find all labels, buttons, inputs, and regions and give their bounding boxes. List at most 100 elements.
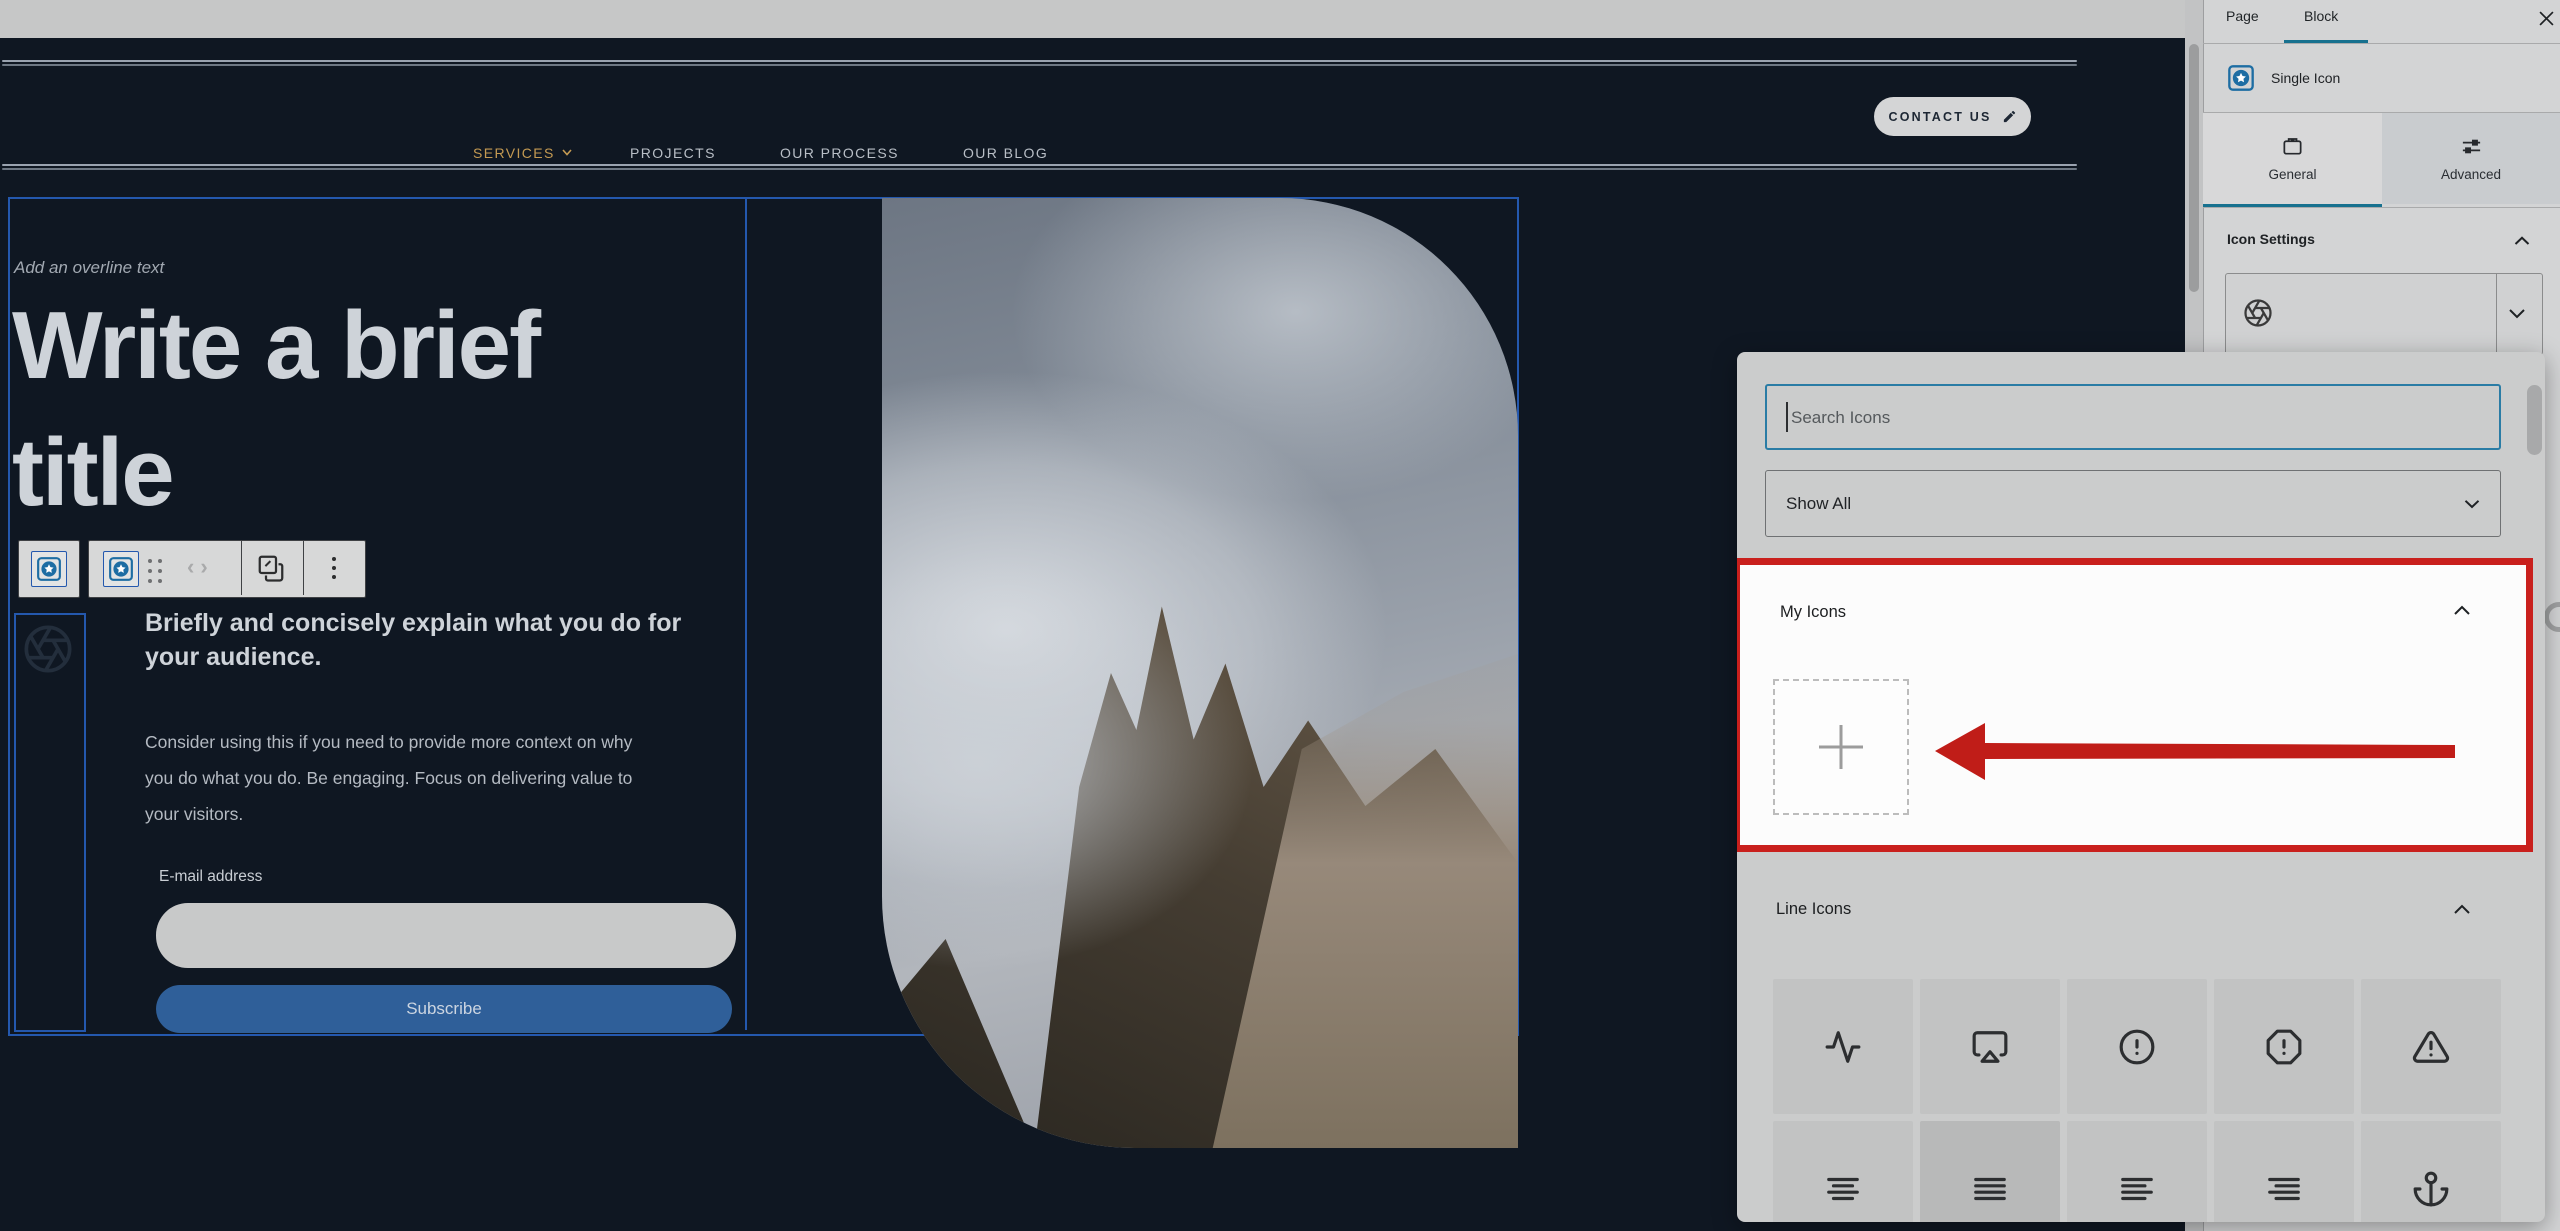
close-sidebar-button[interactable] — [2534, 6, 2558, 30]
align-justify-icon — [1971, 1170, 2009, 1208]
icon-option-align-center[interactable] — [1773, 1121, 1913, 1222]
preview-control-divider — [2496, 274, 2497, 352]
block-toolbar: ‹› — [88, 540, 366, 598]
toolbar-separator — [241, 541, 242, 595]
collapse-my-icons-button[interactable] — [2453, 603, 2471, 621]
icon-search-field[interactable] — [1765, 384, 2501, 450]
email-label: E-mail address — [159, 868, 262, 886]
toolbar-separator — [303, 541, 304, 595]
my-icons-title: My Icons — [1780, 603, 1846, 622]
canvas-scrollbar-thumb[interactable] — [2189, 44, 2199, 292]
editor-screenshot: SERVICES PROJECTS OUR PROCESS OUR BLOG C… — [0, 0, 2560, 1231]
chevron-down-icon — [562, 143, 572, 159]
search-input[interactable] — [1789, 386, 2473, 450]
tab-block[interactable]: Block — [2304, 8, 2338, 24]
plus-icon — [1819, 725, 1863, 769]
email-input[interactable] — [156, 903, 736, 968]
block-toolbar-parent-group — [18, 540, 80, 598]
icon-filter-select[interactable]: Show All — [1765, 470, 2501, 537]
template-part-outline-bottom-shadow — [2, 168, 2077, 170]
airplay-icon — [1971, 1028, 2009, 1066]
single-icon-block-selected[interactable] — [14, 613, 86, 1032]
close-icon — [2539, 11, 2554, 26]
alert-triangle-icon — [2412, 1028, 2450, 1066]
single-icon-block-icon — [108, 556, 134, 582]
tab-general[interactable]: General — [2203, 113, 2382, 204]
icon-option-align-left[interactable] — [2067, 1121, 2207, 1222]
subscribe-button[interactable]: Subscribe — [156, 985, 732, 1033]
chevron-up-icon — [2453, 904, 2471, 915]
icon-option-alert-circle[interactable] — [2067, 979, 2207, 1114]
sidebar-divider — [2203, 43, 2560, 44]
duplicate-edit-icon — [256, 553, 286, 583]
drag-handle-icon[interactable] — [148, 559, 164, 585]
general-tab-icon — [2281, 135, 2304, 158]
block-card-icon — [2227, 64, 2255, 97]
nav-item-our-blog[interactable]: OUR BLOG — [963, 145, 1048, 161]
replace-icon-button[interactable] — [256, 553, 286, 588]
align-left-icon — [2118, 1170, 2156, 1208]
icon-option-align-right[interactable] — [2214, 1121, 2354, 1222]
move-block-arrows[interactable]: ‹› — [187, 554, 214, 580]
icon-dropdown-button[interactable] — [2508, 306, 2526, 324]
icon-option-alert-triangle[interactable] — [2361, 979, 2501, 1114]
editor-topbar — [0, 0, 2203, 38]
template-part-outline-top-shadow — [2, 64, 2077, 66]
icon-filter-value: Show All — [1786, 494, 1851, 514]
hero-overline[interactable]: Add an overline text — [14, 258, 164, 278]
general-tab-label: General — [2268, 167, 2316, 182]
advanced-tab-label: Advanced — [2441, 167, 2501, 182]
text-caret — [1786, 402, 1788, 432]
icon-option-airplay[interactable] — [1920, 979, 2060, 1114]
collapse-panel-button[interactable] — [2514, 233, 2530, 251]
icon-option-anchor[interactable] — [2361, 1121, 2501, 1222]
my-icons-highlight: My Icons — [1737, 558, 2533, 852]
icon-picker-popover: Show All My Icons Line Icons — [1737, 352, 2545, 1222]
icon-option-alert-octagon[interactable] — [2214, 979, 2354, 1114]
line-icons-title: Line Icons — [1776, 900, 1851, 919]
options-kebab-icon[interactable] — [332, 557, 336, 579]
tab-page[interactable]: Page — [2226, 8, 2259, 24]
settings-tab-strip: General Advanced — [2203, 113, 2560, 204]
chevron-up-icon — [2453, 605, 2471, 616]
advanced-tab-icon — [2460, 135, 2483, 158]
icon-option-activity[interactable] — [1773, 979, 1913, 1114]
pencil-icon — [2002, 109, 2017, 124]
hero-title[interactable]: Write a brief title — [12, 282, 712, 536]
sidebar-divider — [2203, 207, 2560, 208]
nav-item-our-process[interactable]: OUR PROCESS — [780, 145, 899, 161]
chevron-down-icon — [2508, 308, 2526, 319]
aperture-icon — [2243, 298, 2273, 328]
hero-subheading[interactable]: Briefly and concisely explain what you d… — [145, 606, 705, 674]
single-icon-block-button[interactable] — [103, 551, 139, 587]
template-part-outline-bottom — [2, 164, 2077, 166]
single-icon-block-icon — [36, 556, 62, 582]
tutorial-arrow — [1927, 714, 2467, 788]
nav-item-services-label: SERVICES — [473, 145, 555, 161]
nav-item-projects[interactable]: PROJECTS — [630, 145, 716, 161]
chevron-up-icon — [2514, 236, 2530, 246]
align-right-icon — [2265, 1170, 2303, 1208]
add-custom-icon-button[interactable] — [1773, 679, 1909, 815]
line-icons-grid — [1773, 979, 2501, 1222]
aperture-icon — [22, 623, 74, 675]
collapse-line-icons-button[interactable] — [2453, 902, 2471, 920]
icon-settings-title: Icon Settings — [2227, 231, 2315, 247]
activity-icon — [1824, 1028, 1862, 1066]
hero-mountain-image[interactable] — [882, 198, 1518, 1148]
contact-us-button[interactable]: CONTACT US — [1874, 97, 2031, 136]
hero-body-text[interactable]: Consider using this if you need to provi… — [145, 724, 665, 832]
parent-single-icon-button[interactable] — [31, 551, 67, 587]
popover-scrollbar-thumb[interactable] — [2527, 385, 2542, 455]
alert-octagon-icon — [2265, 1028, 2303, 1066]
anchor-icon — [2412, 1170, 2450, 1208]
hero-column-divider — [745, 199, 747, 1030]
tab-advanced[interactable]: Advanced — [2382, 113, 2560, 204]
nav-item-services[interactable]: SERVICES — [473, 145, 572, 161]
align-center-icon — [1824, 1170, 1862, 1208]
template-part-outline-top — [2, 60, 2077, 62]
alert-circle-icon — [2118, 1028, 2156, 1066]
icon-option-align-justify[interactable] — [1920, 1121, 2060, 1222]
block-card-label: Single Icon — [2271, 70, 2340, 86]
chevron-down-icon — [2464, 499, 2480, 509]
